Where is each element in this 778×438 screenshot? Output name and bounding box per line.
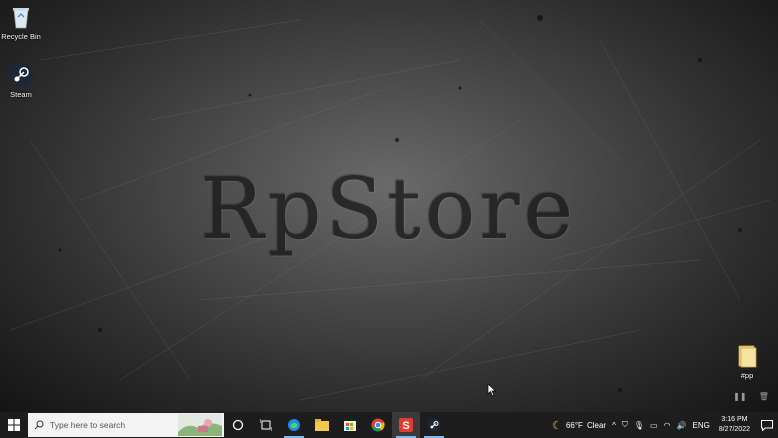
search-box[interactable]: Type here to search	[28, 413, 224, 437]
notification-center-button[interactable]	[756, 412, 778, 438]
desktop-icon-label: Steam	[10, 90, 32, 99]
snagit-icon: S	[399, 418, 413, 432]
tray-microphone[interactable]: 🎙	[631, 421, 647, 430]
desktop-icon-label: Recycle Bin	[1, 32, 41, 41]
taskbar-store[interactable]	[336, 412, 364, 438]
taskbar: Type here to search S ☾ 66°F Clear ^ ⛉ 🎙…	[0, 412, 778, 438]
pause-icon[interactable]: ❚❚	[733, 392, 746, 401]
battery-icon: ▭	[649, 420, 658, 430]
task-view-icon	[260, 419, 272, 431]
weather-condition: Clear	[586, 420, 607, 430]
wallpaper-brand-text: RpStore	[200, 160, 578, 258]
shield-icon: ⛉	[621, 420, 628, 429]
moon-icon: ☾	[552, 419, 562, 432]
desktop-icon-recycle-bin[interactable]: Recycle Bin	[0, 4, 43, 41]
file-explorer-icon	[315, 419, 329, 431]
taskbar-file-explorer[interactable]	[308, 412, 336, 438]
chrome-icon	[371, 418, 385, 432]
desktop-icon-folder[interactable]: #pp	[725, 343, 769, 380]
steam-icon	[8, 62, 34, 88]
tray-network[interactable]: ◠	[661, 421, 674, 430]
speaker-icon: 🔊	[676, 420, 687, 430]
start-icon	[8, 419, 20, 431]
taskbar-steam[interactable]	[420, 412, 448, 438]
clock[interactable]: 3:16 PM 8/27/2022	[713, 415, 756, 435]
edge-icon	[288, 419, 300, 431]
tray-shield[interactable]: ⛉	[619, 420, 631, 430]
svg-text:S: S	[402, 420, 409, 432]
tray-battery[interactable]: ▭	[647, 421, 661, 430]
desktop-icon-steam[interactable]: Steam	[0, 62, 43, 99]
floating-media-widget[interactable]: ❚❚ 🗑	[727, 386, 775, 406]
search-placeholder: Type here to search	[50, 420, 126, 430]
notification-icon	[761, 419, 773, 431]
search-icon	[34, 420, 44, 430]
desktop-icon-label: #pp	[740, 371, 754, 380]
wifi-icon: ◠	[663, 420, 671, 430]
weather-temp: 66°F	[565, 420, 583, 430]
recycle-bin-icon	[8, 4, 34, 30]
taskbar-snagit[interactable]: S	[392, 412, 420, 438]
show-hidden-icons-button[interactable]: ^	[609, 421, 619, 430]
system-tray: ☾ 66°F Clear ^ ⛉ 🎙 ▭ ◠ 🔊 ENG 3:16 PM 8/2…	[549, 412, 778, 438]
trash-icon[interactable]: 🗑	[759, 392, 769, 401]
chevron-up-icon: ^	[612, 420, 616, 430]
cortana-icon	[232, 419, 244, 431]
taskbar-edge[interactable]	[280, 412, 308, 438]
taskbar-chrome[interactable]	[364, 412, 392, 438]
cortana-button[interactable]	[224, 412, 252, 438]
mouse-cursor-icon	[487, 383, 497, 397]
start-button[interactable]	[0, 412, 28, 438]
clock-date: 8/27/2022	[718, 426, 750, 433]
language-indicator[interactable]: ENG	[690, 421, 713, 430]
tray-volume[interactable]: 🔊	[674, 421, 690, 430]
search-highlight-illustration	[178, 414, 222, 436]
folder-icon	[734, 343, 760, 369]
store-icon	[344, 421, 356, 431]
microphone-icon: 🎙	[633, 420, 644, 430]
clock-time: 3:16 PM	[721, 416, 748, 423]
steam-icon	[427, 418, 441, 432]
task-view-button[interactable]	[252, 412, 280, 438]
weather-widget[interactable]: ☾ 66°F Clear	[549, 419, 609, 432]
desktop-wallpaper: RpStore	[0, 0, 778, 412]
